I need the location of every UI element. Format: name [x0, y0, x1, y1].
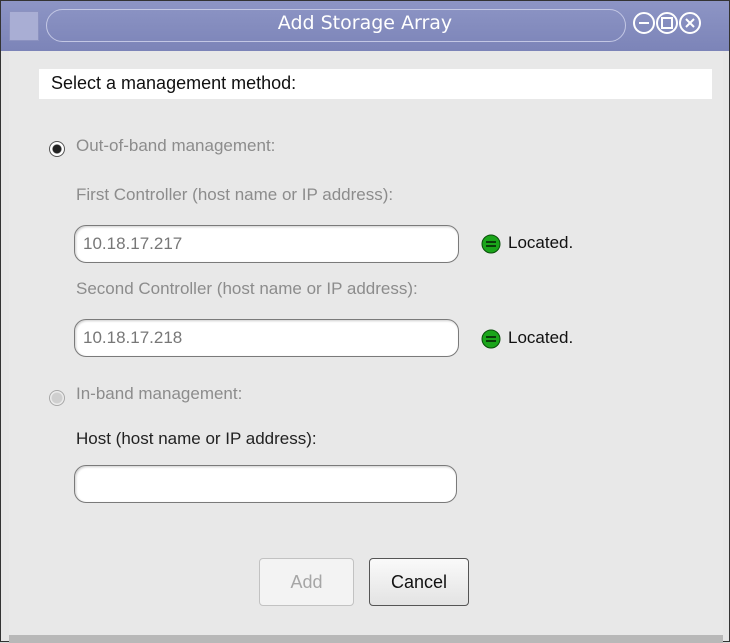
second-controller-field[interactable] — [74, 319, 459, 357]
out-of-band-label: Out-of-band management: — [76, 136, 276, 155]
host-input[interactable] — [83, 472, 433, 496]
cancel-button[interactable]: Cancel — [369, 558, 469, 606]
status-located-icon — [481, 329, 501, 349]
maximize-icon — [661, 17, 673, 29]
host-label: Host (host name or IP address): — [76, 429, 317, 448]
in-band-radio[interactable] — [49, 390, 65, 406]
host-field[interactable] — [74, 465, 457, 503]
header-text: Select a management method: — [51, 73, 297, 93]
title-bar[interactable]: Add Storage Array — [1, 1, 729, 51]
window-title: Add Storage Array — [277, 12, 453, 34]
first-controller-field[interactable] — [74, 225, 459, 263]
status-located-icon — [481, 234, 501, 254]
management-method-header: Select a management method: — [39, 69, 712, 99]
second-controller-label: Second Controller (host name or IP addre… — [76, 279, 418, 298]
first-controller-input[interactable] — [83, 232, 433, 256]
in-band-label: In-band management: — [76, 384, 243, 403]
close-icon — [685, 18, 695, 28]
maximize-button[interactable] — [656, 12, 678, 34]
first-controller-status: Located. — [508, 233, 574, 252]
out-of-band-radio[interactable] — [49, 141, 65, 157]
minimize-icon — [639, 22, 649, 24]
second-controller-status: Located. — [508, 328, 574, 347]
minimize-button[interactable] — [633, 12, 655, 34]
dialog-window: Add Storage Array Select a management me… — [0, 0, 730, 643]
close-button[interactable] — [679, 12, 701, 34]
second-controller-input[interactable] — [83, 326, 433, 350]
add-button[interactable]: Add — [259, 558, 354, 606]
first-controller-label: First Controller (host name or IP addres… — [76, 185, 394, 204]
